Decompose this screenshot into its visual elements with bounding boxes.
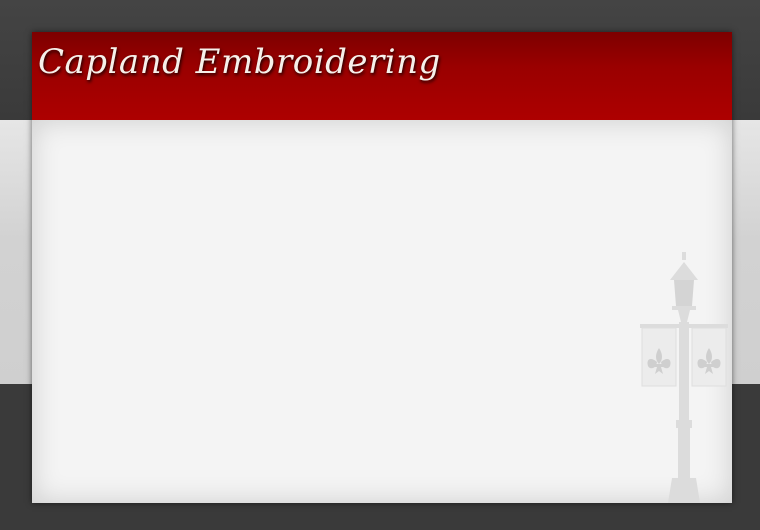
site-header: Capland Embroidering	[32, 32, 732, 121]
main-content	[32, 120, 732, 503]
site-container: Capland Embroidering	[32, 32, 732, 503]
lamppost-fleur-de-lis-icon	[640, 252, 728, 503]
site-logo[interactable]: Capland Embroidering	[38, 34, 441, 90]
